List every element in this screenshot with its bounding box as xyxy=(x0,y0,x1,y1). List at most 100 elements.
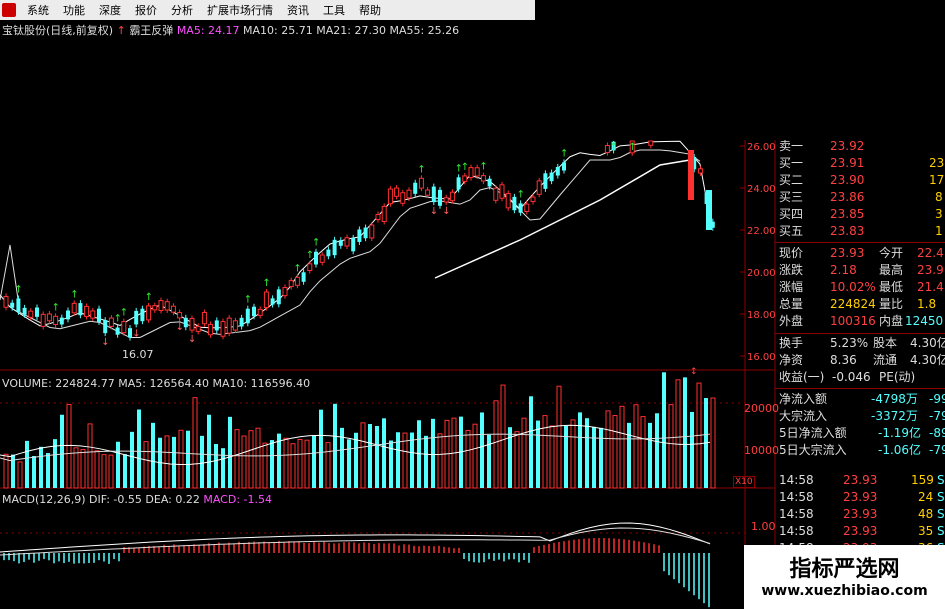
bid-label: 买四 xyxy=(779,207,804,221)
volume-bar-up xyxy=(521,417,527,489)
volume-bar-up xyxy=(612,415,618,489)
volume-bar-down xyxy=(151,422,155,488)
candle-up xyxy=(344,237,350,247)
volume-bar-up xyxy=(262,442,268,489)
candle-down xyxy=(134,310,139,325)
candle-down xyxy=(706,190,712,230)
candle-up xyxy=(28,310,34,318)
trade-flag: S xyxy=(937,507,945,521)
flow-label: 5日大宗流入 xyxy=(779,443,847,457)
volume-tick-20000: 20000 xyxy=(744,402,779,415)
volume-bar-down xyxy=(39,446,43,488)
candle-down xyxy=(438,189,442,206)
stat2-label: 流通 xyxy=(873,353,898,367)
candle-down xyxy=(314,251,318,265)
sell-arrow-icon: ↓ xyxy=(430,206,438,217)
bid-row[interactable]: 买五 23.83 1 xyxy=(775,223,945,240)
trade-row[interactable]: 14:58 23.93 159 S xyxy=(775,472,945,489)
volume-bar-down xyxy=(221,448,225,488)
watermark-url: www.xuezhibiao.com xyxy=(761,583,928,599)
buy-arrow-icon: ↑ xyxy=(312,238,320,249)
sell-arrow-icon: ↓ xyxy=(132,328,140,339)
buy-arrow-icon: ↑ xyxy=(461,162,469,173)
volume-bar-down xyxy=(347,439,351,488)
stat-value: 23.9 xyxy=(917,263,944,277)
sell-arrow-icon: ↓ xyxy=(101,337,109,348)
candle-up xyxy=(158,300,164,312)
volume-bar-up xyxy=(472,423,478,489)
buy-arrow-icon: ↑ xyxy=(628,142,636,153)
bid-vol: 8 xyxy=(935,190,943,204)
candle-down xyxy=(66,310,70,320)
candle-up xyxy=(232,320,238,331)
volume-bar-down xyxy=(186,430,190,488)
volume-bar-up xyxy=(283,437,289,489)
candle-up xyxy=(288,280,294,288)
volume-bar-down xyxy=(410,432,414,488)
bid-row[interactable]: 买一 23.91 23 xyxy=(775,155,945,172)
stat2-label: 股本 xyxy=(873,336,898,350)
volume-bar-down xyxy=(60,414,64,488)
candle-up xyxy=(524,203,530,213)
ma10-line xyxy=(0,149,701,338)
volume-bar-up xyxy=(178,429,184,489)
sell1-row[interactable]: 卖一 23.92 xyxy=(775,138,945,155)
volume-bar-down xyxy=(25,440,29,488)
bid-row[interactable]: 买二 23.90 17 xyxy=(775,172,945,189)
flow-extra: -99 xyxy=(929,392,945,406)
candle-down xyxy=(59,317,64,325)
buy-arrow-icon: ↑ xyxy=(293,263,301,274)
volume-bar-up xyxy=(605,410,611,489)
trade-price: 23.93 xyxy=(843,490,878,504)
trade-row[interactable]: 14:58 23.93 48 S xyxy=(775,506,945,523)
candle-down xyxy=(549,172,554,182)
bid-price: 23.91 xyxy=(830,156,865,170)
bid-row[interactable]: 买三 23.86 8 xyxy=(775,189,945,206)
volume-bar-down xyxy=(368,424,372,488)
stat-label: 内盘 xyxy=(879,314,904,328)
volume-bar-up xyxy=(80,448,86,489)
volume-bar-down xyxy=(648,422,652,488)
flow-label: 净流入额 xyxy=(779,392,828,406)
volume-bar-down xyxy=(207,414,211,488)
candle-down xyxy=(413,182,418,194)
buy-arrow-icon: ↑ xyxy=(306,250,314,261)
stat-row: 外盘 100316 内盘 12450 xyxy=(775,313,945,330)
volume-bar-down xyxy=(312,435,316,488)
volume-bar-up xyxy=(640,416,646,489)
candle-up xyxy=(493,187,499,201)
buy-arrow-icon: ↑ xyxy=(610,142,618,153)
macd-title-line: MACD(12,26,9) DIF: -0.55 DEA: 0.22 MACD:… xyxy=(2,493,272,506)
volume-bar-up xyxy=(255,427,261,489)
candle-up xyxy=(375,214,381,221)
stat-label: 现价 xyxy=(779,246,804,260)
volume-bar-down xyxy=(333,403,337,488)
stat-value: 12450 xyxy=(905,314,944,328)
buy-arrow-icon: ↑ xyxy=(70,289,78,300)
trade-price: 23.93 xyxy=(843,524,878,538)
candle-up xyxy=(201,312,207,325)
candle-up xyxy=(46,313,52,322)
volume-bar-down xyxy=(487,434,491,488)
trade-row[interactable]: 14:58 23.93 35 S xyxy=(775,523,945,540)
candle-up xyxy=(425,189,431,196)
stat-value: 1.8 xyxy=(917,297,937,311)
candle-down xyxy=(363,227,368,239)
volume-bar-down xyxy=(578,412,582,488)
candle-down xyxy=(35,307,39,317)
volume-bar-up xyxy=(465,429,471,489)
volume-bar-down xyxy=(200,435,204,488)
stat-label: 涨幅 xyxy=(779,280,804,294)
volume-bar-up xyxy=(493,400,499,489)
stat2-row: 净资 8.36 流通 4.30亿 xyxy=(775,352,945,369)
macd-name: MACD(12,26,9) xyxy=(2,493,86,506)
candle-up xyxy=(164,301,170,311)
candle-up xyxy=(294,276,300,286)
candle-up xyxy=(146,305,152,321)
flow-value: -1.19亿 xyxy=(878,426,922,440)
bid-label: 买五 xyxy=(779,224,804,238)
trade-row[interactable]: 14:58 23.93 24 S xyxy=(775,489,945,506)
bid-row[interactable]: 买四 23.85 3 xyxy=(775,206,945,223)
candle-down xyxy=(518,203,523,213)
volume-bar-down xyxy=(690,411,694,488)
